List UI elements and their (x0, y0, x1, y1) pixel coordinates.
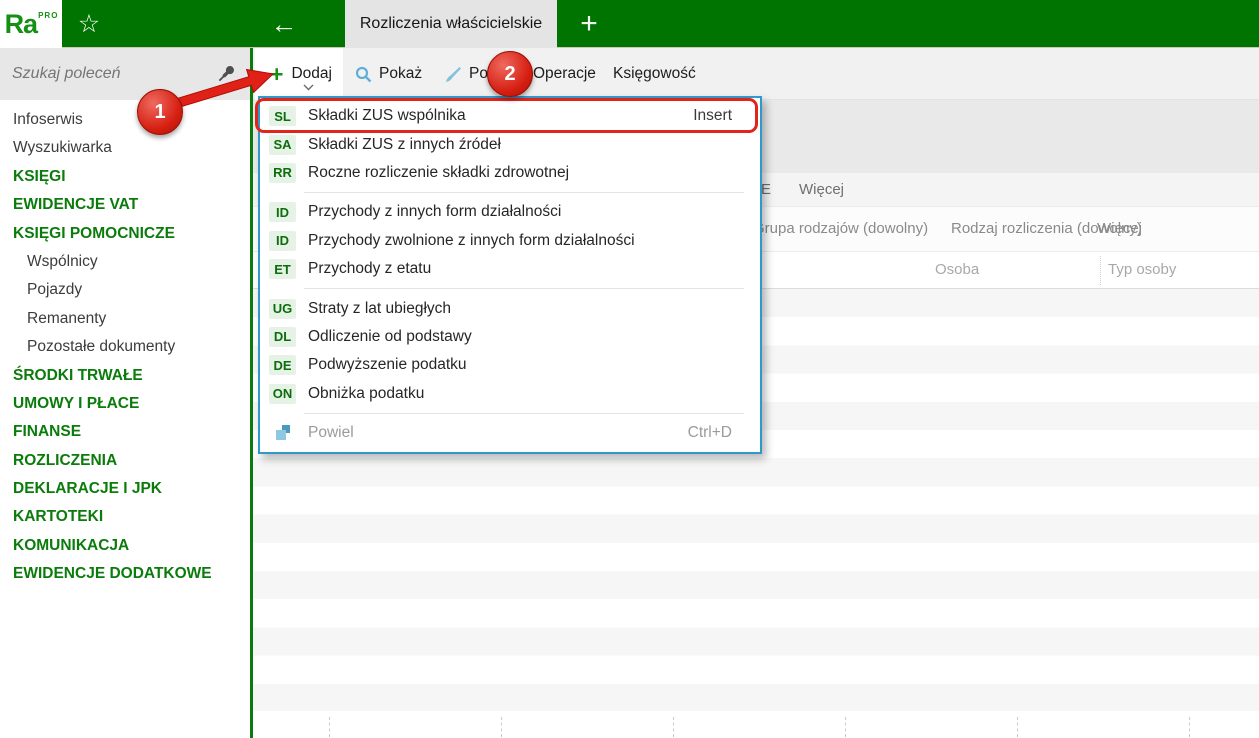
tab-rozliczenia-wlascicielskie[interactable]: Rozliczenia właścicielskie (345, 0, 557, 48)
footer-divider (329, 717, 330, 737)
show-button-label: Pokaż (379, 65, 423, 82)
toolbar: + Dodaj Pokaż Popraw Operacje Księgowość (253, 48, 1259, 100)
add-button-label: Dodaj (291, 65, 332, 82)
tab-title: Rozliczenia właścicielskie (359, 15, 543, 32)
sidebar-item-deklaracje-i-jpk[interactable]: DEKLARACJE I JPK (0, 475, 250, 503)
menu-item-powiel[interactable]: Powiel Ctrl+D (260, 419, 760, 447)
menu-separator (304, 412, 744, 414)
copy-icon (269, 425, 296, 441)
badge-sl: SL (269, 106, 296, 127)
menu-separator (304, 288, 744, 290)
sidebar-item-finanse[interactable]: FINANSE (0, 418, 250, 446)
title-bar: Ra PRO ☆ ← Rozliczenia właścicielskie + (0, 0, 1259, 48)
column-header-osoba[interactable]: Osoba (935, 261, 979, 278)
badge-sa: SA (269, 134, 296, 155)
shortcut-insert: Insert (693, 107, 732, 125)
operations-button[interactable]: Operacje (533, 48, 596, 100)
annotation-step-2: 2 (487, 51, 533, 97)
filter-more-link[interactable]: Więcej (1097, 220, 1142, 237)
sidebar: Infoserwis Wyszukiwarka KSIĘGI EWIDENCJE… (0, 48, 253, 738)
menu-item-przychody-zwolnione[interactable]: ID Przychody zwolnione z innych form dzi… (260, 227, 760, 255)
show-button[interactable]: Pokaż (355, 48, 422, 100)
sidebar-item-ksiegi-pomocnicze[interactable]: KSIĘGI POMOCNICZE (0, 220, 250, 248)
accounting-button-label: Księgowość (613, 65, 696, 82)
column-header-typ-osoby[interactable]: Typ osoby (1108, 261, 1176, 278)
sidebar-item-ksiegi[interactable]: KSIĘGI (0, 163, 250, 191)
sidebar-item-umowy-i-place[interactable]: UMOWY I PŁACE (0, 390, 250, 418)
shortcut-ctrl-d: Ctrl+D (687, 424, 732, 442)
app-logo: Ra PRO (0, 0, 62, 48)
sidebar-item-srodki-trwale[interactable]: ŚRODKI TRWAŁE (0, 362, 250, 390)
menu-item-skladki-zus-inne-zrodla[interactable]: SA Składki ZUS z innych źródeł (260, 130, 760, 158)
badge-et: ET (269, 259, 296, 280)
chevron-down-icon (303, 84, 314, 91)
badge-de: DE (269, 355, 296, 376)
footer-divider (501, 717, 502, 737)
magnifier-icon (355, 66, 372, 82)
view-more-link[interactable]: Więcej (799, 181, 844, 198)
logo-pro-label: PRO (38, 10, 59, 20)
sidebar-item-pozostale-dokumenty[interactable]: Pozostałe dokumenty (0, 333, 250, 361)
sidebar-item-kartoteki[interactable]: KARTOTEKI (0, 503, 250, 531)
footer-divider (673, 717, 674, 737)
footer-divider (1189, 717, 1190, 737)
sidebar-item-infoserwis[interactable]: Infoserwis (0, 106, 250, 134)
badge-on: ON (269, 383, 296, 404)
command-search-row (0, 48, 250, 100)
menu-item-przychody-z-etatu[interactable]: ET Przychody z etatu (260, 255, 760, 283)
pin-icon[interactable] (218, 64, 236, 82)
footer-divider (845, 717, 846, 737)
sidebar-item-wspolnicy[interactable]: Wspólnicy (0, 248, 250, 276)
operations-button-label: Operacje (533, 65, 596, 82)
back-arrow-icon[interactable]: ← (264, 0, 304, 48)
footer-divider (1017, 717, 1018, 737)
badge-id: ID (269, 230, 296, 251)
search-input[interactable] (12, 58, 202, 90)
brush-icon (446, 66, 461, 82)
sidebar-item-remanenty[interactable]: Remanenty (0, 305, 250, 333)
menu-separator (304, 192, 744, 194)
plus-icon: + (270, 60, 284, 87)
new-tab-plus-icon[interactable]: + (570, 0, 608, 48)
filter-group-dropdown[interactable]: Grupa rodzajów (dowolny) (753, 220, 928, 237)
sidebar-item-komunikacja[interactable]: KOMUNIKACJA (0, 532, 250, 560)
add-dropdown-menu: SL Składki ZUS wspólnika Insert SA Skład… (258, 96, 762, 455)
sidebar-item-rozliczenia[interactable]: ROZLICZENIA (0, 447, 250, 475)
menu-item-obnizka-podatku[interactable]: ON Obniżka podatku (260, 380, 760, 408)
sidebar-item-ewidencje-dodatkowe[interactable]: EWIDENCJE DODATKOWE (0, 560, 250, 588)
badge-id: ID (269, 202, 296, 223)
menu-item-straty-z-lat[interactable]: UG Straty z lat ubiegłych (260, 294, 760, 322)
logo-text: Ra (4, 8, 39, 39)
menu-item-przychody-inne-formy[interactable]: ID Przychody z innych form działalności (260, 198, 760, 226)
table-footer-row (253, 711, 1259, 738)
menu-item-roczne-rozliczenie[interactable]: RR Roczne rozliczenie składki zdrowotnej (260, 159, 760, 187)
menu-item-odliczenie-od-podstawy[interactable]: DL Odliczenie od podstawy (260, 323, 760, 351)
column-separator (1100, 256, 1101, 285)
accounting-button[interactable]: Księgowość (613, 48, 696, 100)
sidebar-item-ewidencje-vat[interactable]: EWIDENCJE VAT (0, 191, 250, 219)
menu-item-skladki-zus-wspolnika[interactable]: SL Składki ZUS wspólnika Insert (260, 102, 760, 130)
view-tab-partial[interactable]: E (761, 181, 771, 198)
sidebar-nav: Infoserwis Wyszukiwarka KSIĘGI EWIDENCJE… (0, 106, 250, 589)
badge-ug: UG (269, 298, 296, 319)
annotation-step-1: 1 (137, 89, 183, 135)
badge-dl: DL (269, 326, 296, 347)
add-button[interactable]: + Dodaj (255, 48, 343, 100)
sidebar-item-wyszukiwarka[interactable]: Wyszukiwarka (0, 134, 250, 162)
menu-item-podwyzszenie-podatku[interactable]: DE Podwyższenie podatku (260, 351, 760, 379)
favorites-star-icon[interactable]: ☆ (72, 0, 106, 48)
sidebar-item-pojazdy[interactable]: Pojazdy (0, 276, 250, 304)
badge-rr: RR (269, 162, 296, 183)
